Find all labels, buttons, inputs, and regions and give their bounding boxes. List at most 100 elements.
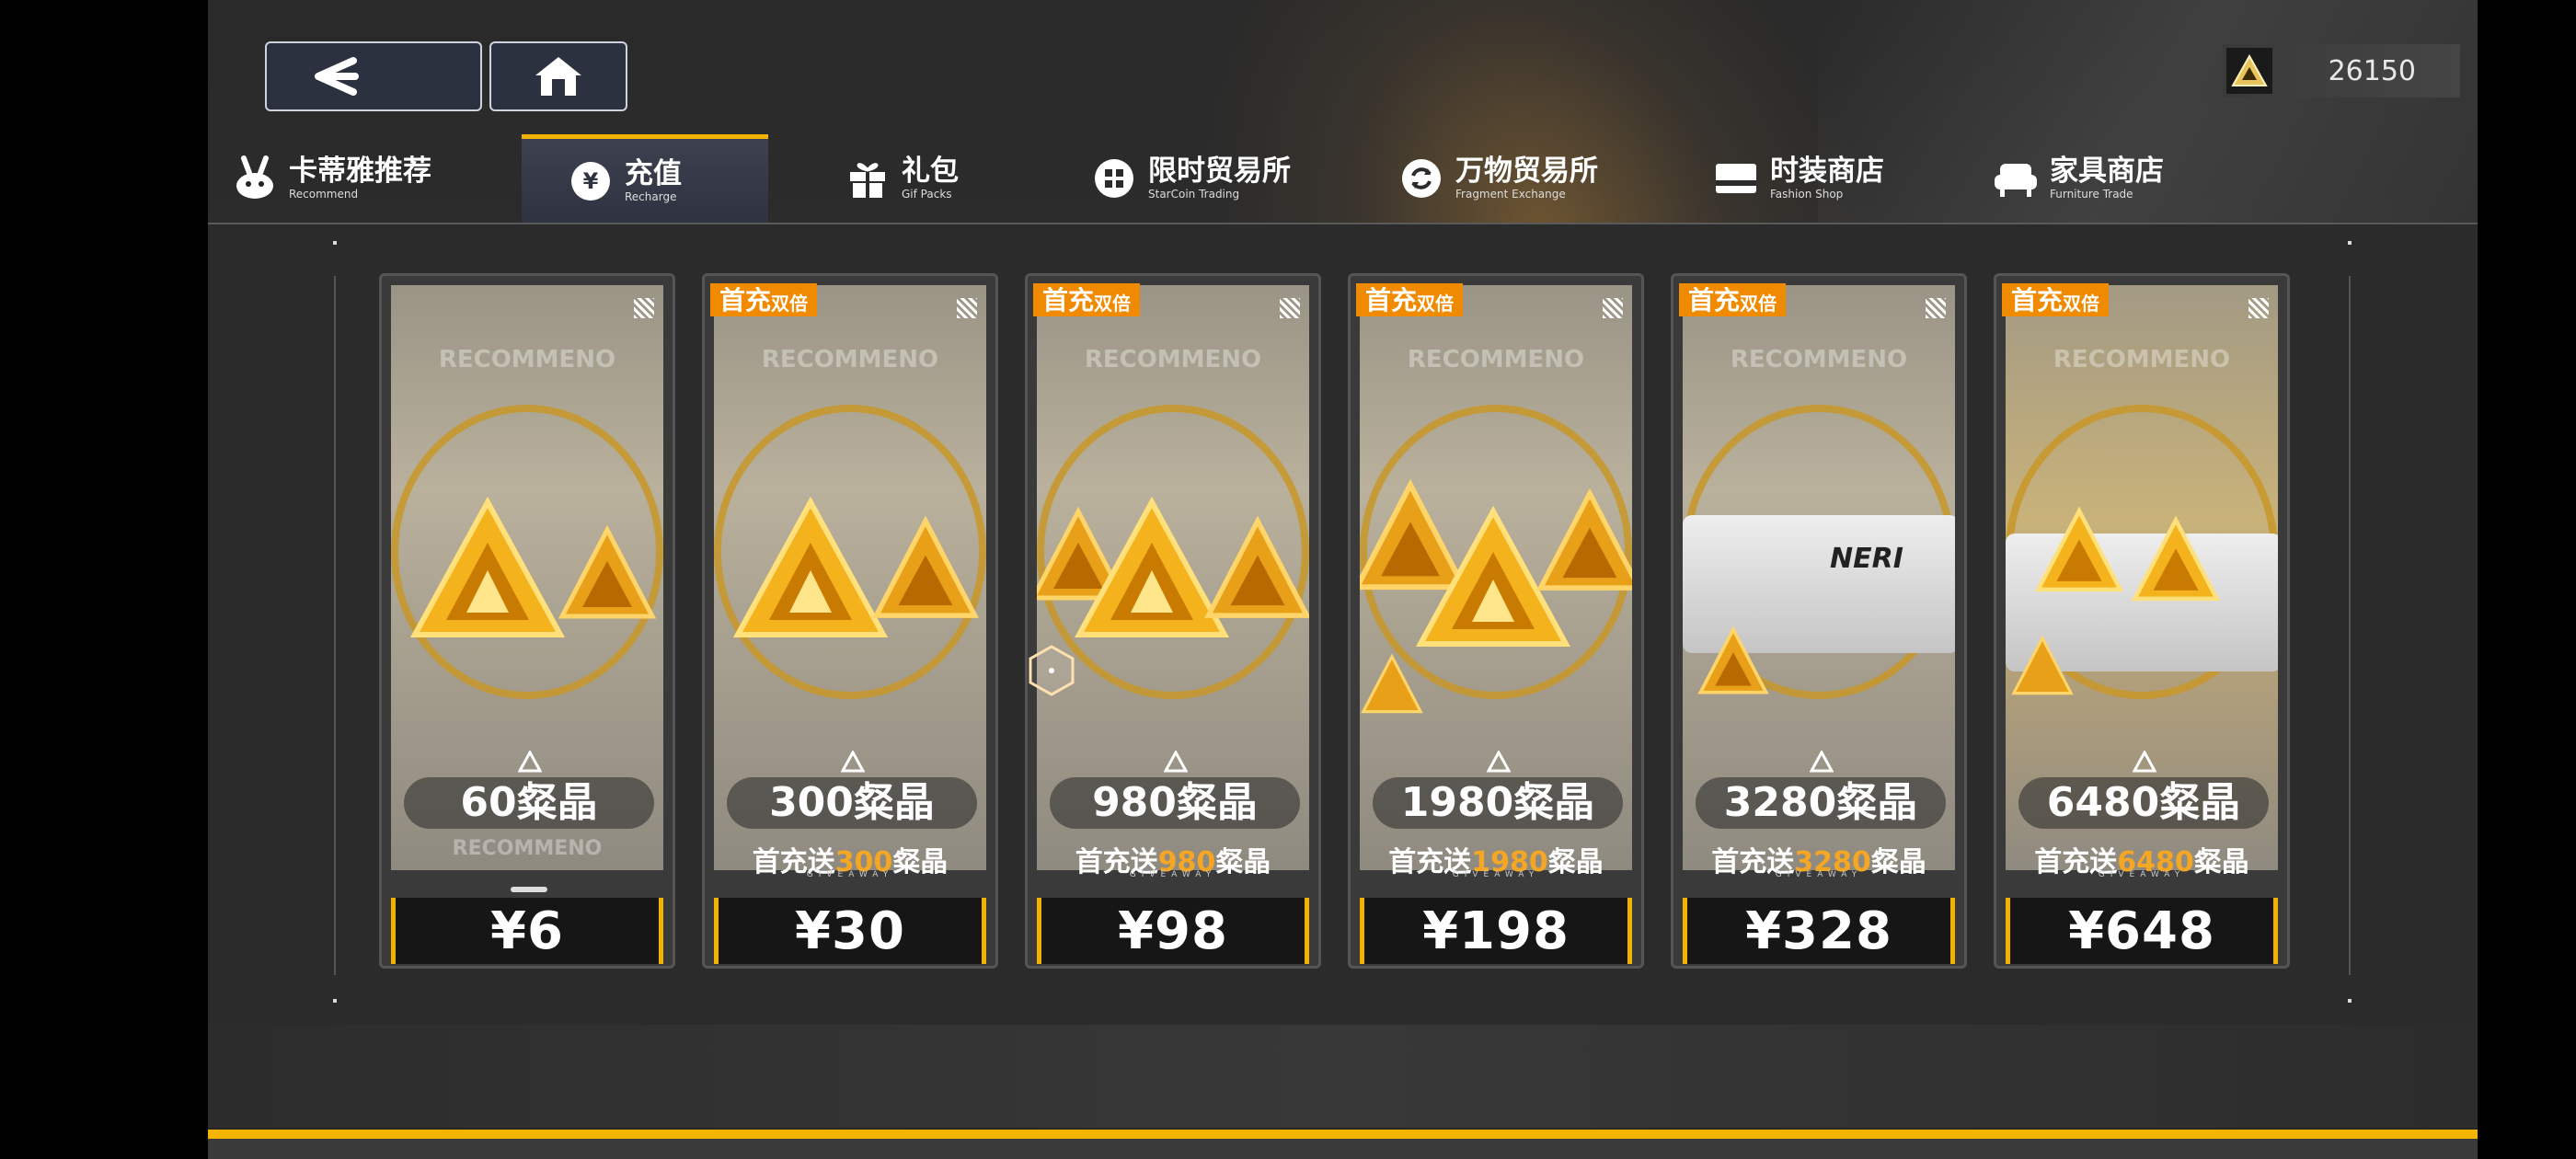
tab-sublabel: Recharge [625,189,677,203]
frame-corner-dot [333,241,337,245]
bottom-bar [208,1025,2478,1128]
price-label: ¥648 [2068,901,2215,961]
giveaway-label: GIVEAWAY [806,870,894,879]
tab-recommend[interactable]: 卡蒂雅推荐 Recommend [230,134,431,223]
price-label: ¥98 [1118,901,1228,961]
tab-label: 卡蒂雅推荐 [289,155,431,188]
tab-sublabel: Furniture Trade [2050,188,2133,201]
crystal-icon [872,515,979,618]
case-brand: NERI [1830,543,1903,575]
crystal-amount: 980粲晶 [1050,777,1300,829]
hex-cursor-icon [1029,645,1075,696]
badge-sub: 双倍 [1740,293,1777,315]
crystal-icon [409,497,566,637]
tab-sublabel: Fashion Shop [1770,188,1844,201]
tab-label: 万物贸易所 [1455,155,1598,188]
first-recharge-badge: 首充 双倍 [2002,283,2110,316]
currency-display: 26150 [2223,44,2460,98]
tab-furniture-trade[interactable]: 家具商店 Furniture Trade [1991,134,2164,223]
rabbit-icon [230,154,280,203]
card-watermark: RECOMMENO [1730,346,1908,373]
stripe-mark [1926,298,1946,318]
crystal-amount: 6480粲晶 [2018,777,2269,829]
price-button[interactable]: ¥328 [1683,898,1955,964]
price-label: ¥328 [1745,901,1892,961]
card-watermark: RECOMMENO [2053,346,2231,373]
recharge-card-1980[interactable]: RECOMMENO 首充双倍 1980粲晶 首充送1980粲晶 GIVEAWA [1348,273,1644,969]
coin-icon [1089,154,1139,203]
tab-gift-packs[interactable]: 礼包 Gif Packs [843,134,959,223]
recharge-card-3280[interactable]: RECOMMENO NERI 首充 双倍 3280粲晶 首充送3280粲晶 GIV… [1671,273,1967,969]
price-label: ¥198 [1422,901,1570,961]
badge-sub: 双倍 [771,293,809,315]
shop-tab-bar: 卡蒂雅推荐 Recommend ¥ 充值 Recharge 礼包 Gif Packs … [208,134,2478,224]
tab-sublabel: StarCoin Trading [1148,188,1240,201]
crystal-amount: 300粲晶 [727,777,977,829]
svg-text:¥: ¥ [583,168,599,194]
badge-main: 首充 [2011,285,2064,316]
tab-fashion-shop[interactable]: 时装商店 Fashion Shop [1711,134,1884,223]
back-arrow-icon [315,57,359,96]
crystal-amount: 3280粲晶 [1696,777,1946,829]
crystal-amount: 60粲晶 [404,777,654,829]
triangle-crystal-icon [2226,48,2272,94]
stripe-mark [957,298,977,318]
small-triangle-icon [1487,751,1511,773]
badge-sub: 双倍 [1094,293,1132,315]
recharge-card-6480[interactable]: RECOMMENO 首充 双倍 6480粲晶 首充送6480粲晶 GIVEAWAY… [1994,273,2290,969]
small-triangle-icon [2133,751,2156,773]
crystal-icon [1697,625,1769,694]
card-watermark: RECOMMENO [1407,346,1585,373]
home-button[interactable] [489,41,627,111]
price-button[interactable]: ¥198 [1360,898,1632,964]
card-watermark: RECOMMENO [438,346,616,373]
tab-starcoin-trading[interactable]: 限时贸易所 StarCoin Trading [1089,134,1291,223]
frame-corner-dot [2348,241,2352,245]
recharge-card-300[interactable]: RECOMMENO 首充 双倍 300粲晶 首充送300粲晶 GIVEAWAY ¥… [702,273,998,969]
first-recharge-badge: 首充 双倍 [1356,283,1464,316]
price-button[interactable]: ¥648 [2006,898,2278,964]
tab-label: 充值 [625,156,682,190]
yen-icon: ¥ [566,156,615,206]
giveaway-label: GIVEAWAY [2098,870,2186,879]
tab-fragment-exchange[interactable]: 万物贸易所 Fragment Exchange [1397,134,1598,223]
frame-corner-dot [333,999,337,1003]
sofa-icon [1991,154,2041,203]
tab-label: 时装商店 [1770,155,1884,188]
price-button[interactable]: ¥98 [1037,898,1309,964]
badge-main: 首充 [1688,285,1741,316]
badge-sub: 双倍 [2063,293,2100,315]
price-label: ¥30 [795,901,905,961]
tab-label: 礼包 [902,155,959,188]
game-screen: 26150 卡蒂雅推荐 Recommend ¥ 充值 Recharge 礼包 Gif … [208,0,2478,1159]
back-button[interactable] [265,41,482,111]
stripe-mark [634,298,654,318]
badge-main: 首充 [1042,285,1095,316]
tab-recharge[interactable]: ¥ 充值 Recharge [522,134,768,223]
small-triangle-icon [1164,751,1188,773]
price-button[interactable]: ¥30 [714,898,986,964]
giveaway-label: GIVEAWAY [1129,870,1217,879]
card-watermark: RECOMMENO [1084,346,1262,373]
bottom-accent-line [208,1130,2478,1139]
recharge-card-980[interactable]: RECOMMENO 首充 双倍 980粲晶 首充送980粲晶 GIVEAWAY ¥… [1025,273,1321,969]
gift-icon [843,154,892,203]
card-icon [1711,154,1761,203]
crystal-icon [1204,515,1309,618]
recharge-card-60[interactable]: RECOMMENO 60粲晶 RECOMMENO ¥6 [379,273,675,969]
page-pip [511,887,547,892]
price-button[interactable]: ¥6 [391,898,663,964]
tab-sublabel: Gif Packs [902,188,952,201]
small-triangle-icon [518,751,542,773]
crystal-icon [2034,506,2124,592]
giveaway-label: GIVEAWAY [1452,870,1540,879]
home-icon [535,57,581,96]
exchange-icon [1397,154,1446,203]
first-recharge-badge: 首充 双倍 [1033,283,1141,316]
crystal-icon [732,497,889,637]
currency-value: 26150 [2328,54,2416,87]
tab-label: 限时贸易所 [1148,155,1291,188]
card-footer-watermark: RECOMMENO [452,837,603,860]
tab-sublabel: Recommend [289,188,359,201]
crystal-icon [1536,488,1632,591]
